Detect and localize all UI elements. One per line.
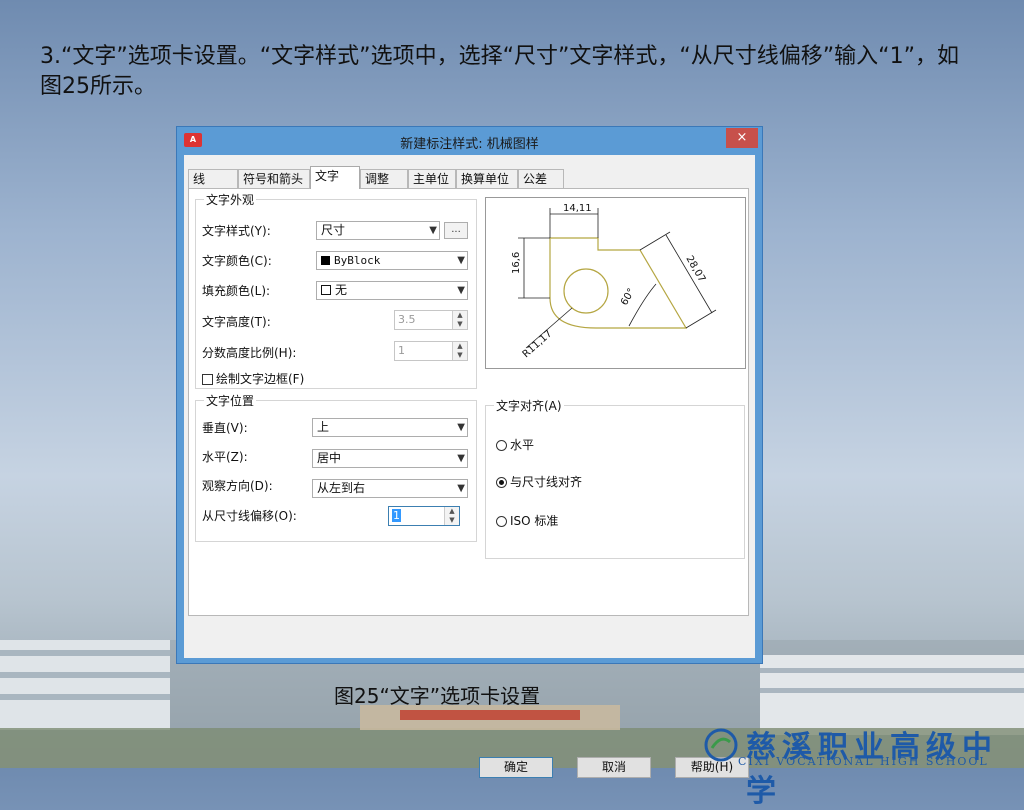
view-direction-label: 观察方向(D): xyxy=(202,479,273,493)
tab-alternate-units[interactable]: 换算单位 xyxy=(456,169,518,188)
fraction-height-value: 1 xyxy=(398,344,405,357)
school-emblem-icon xyxy=(704,728,738,762)
empty-swatch-icon xyxy=(321,285,331,295)
text-alignment-group: 文字对齐(A) 水平 与尺寸线对齐 ISO 标准 xyxy=(485,397,745,559)
preview-dim-right: 28,07 xyxy=(683,254,707,284)
figure-caption: 图25“文字”选项卡设置 xyxy=(334,684,541,708)
chevron-down-icon: ▼ xyxy=(457,422,465,433)
chevron-down-icon: ▼ xyxy=(457,255,465,266)
school-name-english: CIXI VOCATIONAL HIGH SCHOOL xyxy=(738,755,989,768)
text-color-select[interactable]: ByBlock ▼ xyxy=(316,251,468,270)
dimension-preview: 14,11 16,6 28,07 60° R11,17 xyxy=(485,197,746,369)
radio-selected-icon xyxy=(496,477,507,488)
text-style-value: 尺寸 xyxy=(321,223,346,237)
dialog-title: 新建标注样式: 机械图样 xyxy=(400,137,539,152)
offset-label: 从尺寸线偏移(O): xyxy=(202,509,297,523)
horizontal-select[interactable]: 居中 ▼ xyxy=(312,449,468,468)
text-style-select[interactable]: 尺寸 ▼ xyxy=(316,221,440,240)
align-iso-radio[interactable]: ISO 标准 xyxy=(496,512,558,529)
preview-dim-angle: 60° xyxy=(619,287,637,308)
checkbox-icon xyxy=(202,374,213,385)
preview-dim-top: 14,11 xyxy=(563,203,592,214)
tab-primary-units[interactable]: 主单位 xyxy=(408,169,456,188)
vertical-value: 上 xyxy=(317,420,330,434)
fill-color-value: 无 xyxy=(335,283,348,297)
title-bar[interactable]: A 新建标注样式: 机械图样 × xyxy=(177,127,762,155)
horizontal-value: 居中 xyxy=(317,451,342,465)
view-direction-value: 从左到右 xyxy=(317,481,366,495)
text-height-input[interactable]: 3.5 ▲ ▼ xyxy=(394,310,468,330)
tab-fit[interactable]: 调整 xyxy=(360,169,408,188)
align-horizontal-radio[interactable]: 水平 xyxy=(496,436,534,453)
chevron-down-icon: ▼ xyxy=(429,225,437,236)
text-tab-pane: 文字外观 文字样式(Y): 尺寸 ▼ ... 文字颜色(C): ByBlock ▼ … xyxy=(188,188,749,616)
dialog-client-area: 线 符号和箭头 文字 调整 主单位 换算单位 公差 文字外观 文字样式(Y): … xyxy=(184,155,755,778)
text-style-browse-button[interactable]: ... xyxy=(444,222,468,239)
radio-icon xyxy=(496,516,507,527)
preview-drawing: 14,11 16,6 28,07 60° R11,17 xyxy=(511,203,717,360)
preview-dim-radius: R11,17 xyxy=(521,328,555,360)
draw-frame-label: 绘制文字边框(F) xyxy=(216,372,305,386)
tab-lines[interactable]: 线 xyxy=(188,169,238,188)
dimension-style-dialog: A 新建标注样式: 机械图样 × 线 符号和箭头 文字 调整 主单位 换算单位 … xyxy=(176,126,763,778)
tab-text[interactable]: 文字 xyxy=(310,166,360,189)
vertical-select[interactable]: 上 ▼ xyxy=(312,418,468,437)
tab-symbols-arrows[interactable]: 符号和箭头 xyxy=(238,169,310,188)
preview-dim-left: 16,6 xyxy=(511,252,522,274)
text-height-label: 文字高度(T): xyxy=(202,315,271,329)
tab-tolerances[interactable]: 公差 xyxy=(518,169,564,188)
fill-color-label: 填充颜色(L): xyxy=(202,284,271,298)
text-color-value: ByBlock xyxy=(334,254,381,267)
text-color-label: 文字颜色(C): xyxy=(202,254,272,268)
text-appearance-title: 文字外观 xyxy=(204,191,257,208)
chevron-down-icon: ▼ xyxy=(457,453,465,464)
fill-color-select[interactable]: 无 ▼ xyxy=(316,281,468,300)
text-height-value: 3.5 xyxy=(398,313,416,326)
preview-part-outline xyxy=(549,237,688,329)
offset-value: 1 xyxy=(392,509,401,522)
align-iso-label: ISO 标准 xyxy=(510,514,559,528)
align-with-dimension-line-radio[interactable]: 与尺寸线对齐 xyxy=(496,473,582,490)
text-style-label: 文字样式(Y): xyxy=(202,224,271,238)
chevron-down-icon: ▼ xyxy=(457,483,465,494)
radio-icon xyxy=(496,440,507,451)
vertical-label: 垂直(V): xyxy=(202,421,248,435)
align-with-dimension-line-label: 与尺寸线对齐 xyxy=(510,475,583,489)
fraction-height-label: 分数高度比例(H): xyxy=(202,346,297,360)
close-button[interactable]: × xyxy=(726,128,758,148)
text-alignment-title: 文字对齐(A) xyxy=(494,397,564,414)
align-horizontal-label: 水平 xyxy=(510,438,535,452)
spinner-arrows-icon[interactable]: ▲ ▼ xyxy=(452,342,467,360)
draw-frame-checkbox[interactable]: 绘制文字边框(F) xyxy=(202,370,304,387)
text-placement-group: 文字位置 垂直(V): 上 ▼ 水平(Z): 居中 ▼ 观察方向(D): 从左到右 ▼… xyxy=(195,392,477,542)
school-logo-banner: 慈溪职业高级中学 CIXI VOCATIONAL HIGH SCHOOL xyxy=(700,722,1024,809)
view-direction-select[interactable]: 从左到右 ▼ xyxy=(312,479,468,498)
chevron-down-icon: ▼ xyxy=(457,285,465,296)
spinner-arrows-icon[interactable]: ▲ ▼ xyxy=(444,507,459,525)
spinner-arrows-icon[interactable]: ▲ ▼ xyxy=(452,311,467,329)
black-swatch-icon xyxy=(321,256,330,265)
slide-instruction-text: 3.“文字”选项卡设置。“文字样式”选项中，选择“尺寸”文字样式，“从尺寸线偏移… xyxy=(40,44,959,99)
text-placement-title: 文字位置 xyxy=(204,392,257,409)
horizontal-label: 水平(Z): xyxy=(202,450,248,464)
preview-dimension-lines xyxy=(518,208,717,349)
offset-input[interactable]: 1 ▲ ▼ xyxy=(388,506,460,526)
text-appearance-group: 文字外观 文字样式(Y): 尺寸 ▼ ... 文字颜色(C): ByBlock ▼ … xyxy=(195,191,477,389)
fraction-height-input[interactable]: 1 ▲ ▼ xyxy=(394,341,468,361)
